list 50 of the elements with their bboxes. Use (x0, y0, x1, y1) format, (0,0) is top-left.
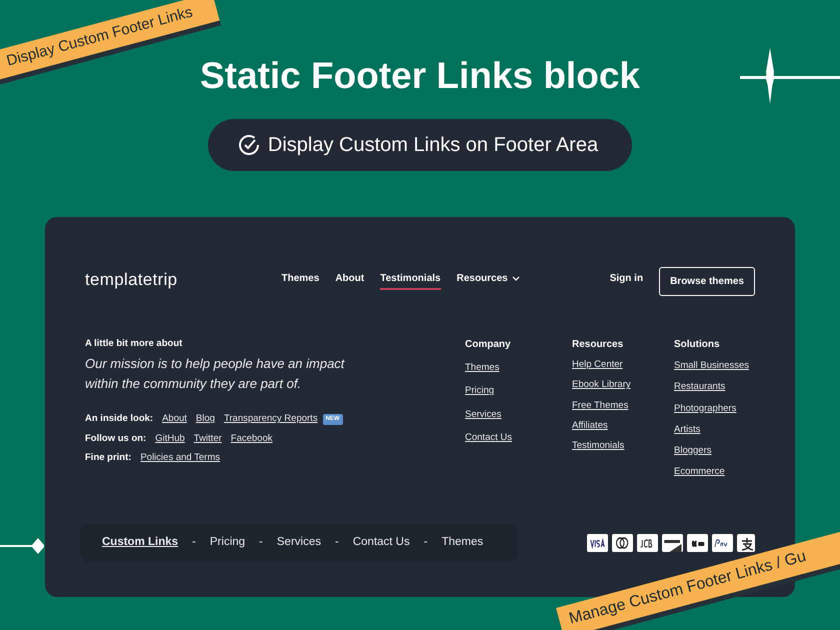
sparkle-icon (0, 538, 44, 554)
footer-link[interactable]: Small Businesses (674, 359, 749, 374)
footer-link[interactable]: Facebook (230, 432, 273, 446)
sparkle-icon (740, 48, 840, 104)
footer-link[interactable]: Blog (196, 412, 215, 426)
check-circle-icon (238, 134, 260, 156)
bottom-link[interactable]: Themes (442, 534, 484, 552)
footer-link[interactable]: Help Center (572, 358, 623, 372)
row-label: Follow us on: (85, 432, 146, 446)
footer-link[interactable]: Policies and Terms (140, 450, 220, 465)
footer-link[interactable]: Twitter (194, 432, 222, 446)
footer-link[interactable]: About (162, 412, 187, 426)
footer-link[interactable]: Bloggers (674, 444, 712, 458)
footer-link[interactable]: Contact Us (465, 430, 512, 445)
row-label: Fine print: (85, 450, 132, 465)
about-heading: A little bit more about (85, 337, 184, 351)
nav-link[interactable]: Themes (282, 271, 320, 290)
row-label: An inside look: (85, 412, 154, 426)
feature-text: Display Custom Links on Footer Area (268, 133, 598, 158)
footer-link[interactable]: Testimonials (572, 439, 624, 454)
bottom-link[interactable]: Contact Us (352, 534, 410, 552)
bottom-link[interactable]: Pricing (210, 534, 246, 552)
footer-link[interactable]: Transparency Reports (224, 412, 318, 426)
nav-link[interactable]: Testimonials (380, 271, 441, 290)
nav-link[interactable]: Resources (456, 271, 520, 290)
bottom-link[interactable]: Custom Links (102, 534, 178, 552)
footer-link[interactable]: Services (465, 408, 502, 422)
nav-link[interactable]: About (335, 271, 364, 290)
column-heading: Solutions (674, 338, 721, 352)
footer-link[interactable]: Pricing (465, 384, 494, 398)
footer-link[interactable]: Restaurants (674, 380, 726, 394)
separator-text: - (335, 535, 339, 550)
column-heading: Company (465, 338, 512, 352)
footer-link[interactable]: GitHub (155, 432, 185, 446)
column-heading: Resources (572, 338, 624, 352)
bottom-link[interactable]: Services (276, 534, 321, 552)
footer-link[interactable]: Artists (674, 422, 700, 437)
footer-link[interactable]: Themes (465, 361, 500, 376)
footer-link[interactable]: Ecommerce (674, 465, 725, 480)
browse-themes-button[interactable]: Browse themes (659, 267, 755, 296)
separator-text: - (192, 535, 196, 550)
footer-link[interactable]: Photographers (674, 402, 736, 416)
mission-text: Our mission is to help people have an impact within the community they are part of. (85, 355, 346, 394)
separator-text: - (424, 535, 428, 550)
site-logo[interactable]: templatetrip (85, 267, 178, 292)
footer-link[interactable]: Affiliates (572, 418, 608, 433)
separator-text: - (259, 535, 263, 550)
footer-link[interactable]: Free Themes (572, 398, 628, 413)
footer-link[interactable]: Ebook Library (572, 378, 631, 392)
sign-in-link[interactable]: Sign in (610, 271, 644, 290)
